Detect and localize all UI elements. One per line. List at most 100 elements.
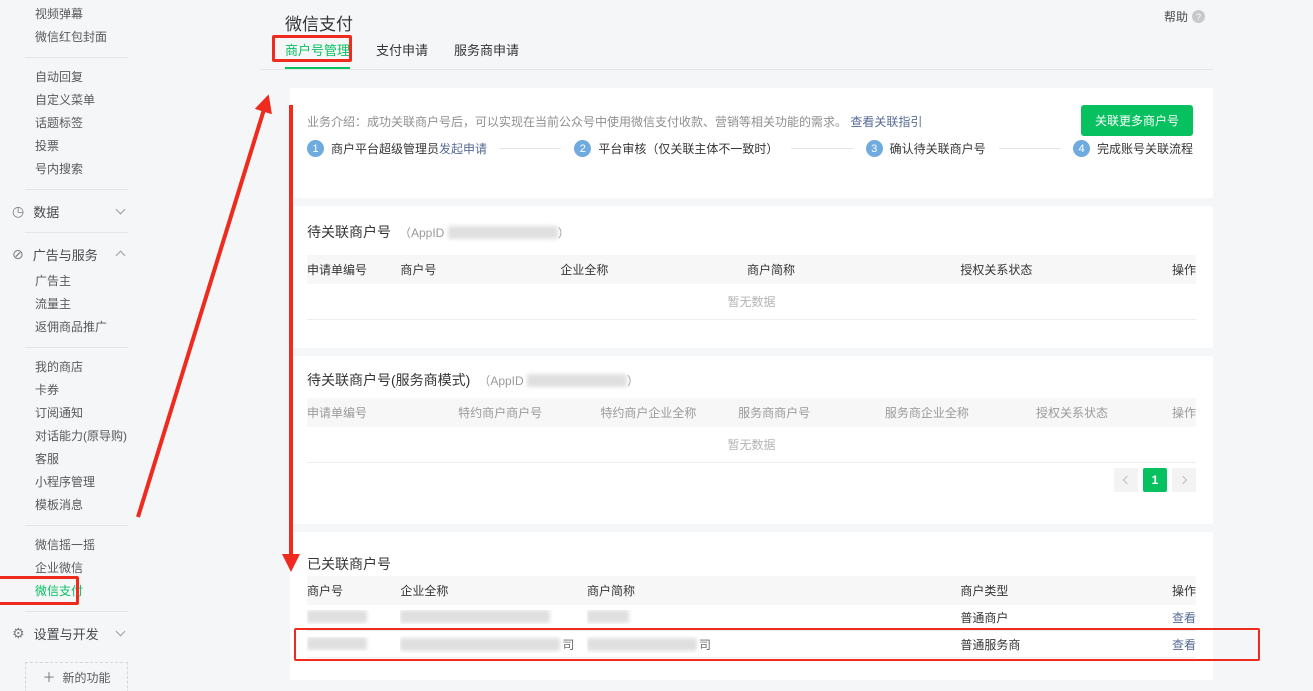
step-label: 平台审核（仅关联主体不一致时） (598, 140, 778, 157)
sidebar-item-traffic-owner[interactable]: 流量主 (0, 293, 260, 316)
sidebar-item-commission-promotion[interactable]: 返佣商品推广 (0, 316, 260, 339)
action-cell: 查看 (1156, 636, 1196, 653)
column-header: 商户简称 (747, 261, 960, 278)
empty-state: 暂无数据 (307, 284, 1196, 320)
pagination: 1 (1114, 468, 1196, 492)
step-label: 商户平台超级管理员 (331, 140, 439, 157)
question-icon: ? (1192, 10, 1205, 23)
sidebar-section-data[interactable]: ◷ 数据 (0, 198, 150, 224)
table-header-row: 申请单编号 特约商户商户号 特约商户企业全称 服务商商户号 服务商企业全称 授权… (307, 398, 1196, 427)
sidebar-item-customer-service[interactable]: 客服 (0, 448, 260, 471)
new-feature-button[interactable]: ＋ 新的功能 (25, 662, 128, 691)
sidebar-divider (25, 611, 128, 612)
merchant-id-cell (307, 637, 400, 651)
merchant-type-cell: 普通服务商 (960, 636, 1156, 653)
sidebar-item-wecom[interactable]: 企业微信 (0, 557, 260, 580)
link-more-merchants-button[interactable]: 关联更多商户号 (1081, 105, 1193, 136)
redacted-appid (448, 226, 558, 239)
sidebar-divider (25, 232, 128, 233)
column-header: 商户类型 (960, 582, 1156, 599)
step-label: 确认待关联商户号 (890, 140, 986, 157)
sidebar-item-cards-coupons[interactable]: 卡券 (0, 379, 260, 402)
step-number-badge: 2 (574, 140, 591, 157)
company-name-cell (400, 610, 587, 624)
new-feature-label: 新的功能 (63, 669, 111, 686)
step-2: 2 平台审核（仅关联主体不一致时） (574, 140, 778, 157)
step-number-badge: 1 (307, 140, 324, 157)
appid-text: （AppID ） (399, 224, 570, 241)
sidebar-item-subscribe-notification[interactable]: 订阅通知 (0, 402, 260, 425)
empty-state: 暂无数据 (307, 427, 1196, 463)
sidebar-section-ads-services[interactable]: ⊘ 广告与服务 (0, 241, 150, 267)
intro-card: 业务介绍：成功关联商户号后，可以实现在当前公众号中使用微信支付收款、营销等相关功… (290, 88, 1213, 198)
column-header: 授权关系状态 (1036, 404, 1152, 421)
sidebar-item-redpacket-cover[interactable]: 微信红包封面 (0, 26, 260, 49)
merchant-id-cell (307, 610, 400, 624)
chevron-down-icon (116, 205, 126, 215)
redacted-text (400, 610, 550, 623)
sidebar-item-custom-menu[interactable]: 自定义菜单 (0, 89, 260, 112)
chevron-right-icon (1179, 476, 1187, 484)
help-link[interactable]: 帮助 ? (1164, 8, 1205, 25)
sidebar-section-label: 数据 (33, 202, 59, 221)
tab-service-provider-application[interactable]: 服务商申请 (454, 39, 519, 69)
initiate-application-link[interactable]: 发起申请 (439, 140, 487, 157)
column-header: 商户号 (400, 261, 560, 278)
sidebar-item-miniprogram-management[interactable]: 小程序管理 (0, 471, 260, 494)
table-row: 司 司 普通服务商 查看 (307, 631, 1196, 658)
redacted-text (400, 638, 560, 651)
table-row: 普通商户 查看 (307, 604, 1196, 631)
next-page-button[interactable] (1172, 468, 1196, 492)
sidebar-item-shake[interactable]: 微信摇一摇 (0, 534, 260, 557)
sidebar-item-advertiser[interactable]: 广告主 (0, 270, 260, 293)
chevron-left-icon (1123, 476, 1131, 484)
tab-merchant-management[interactable]: 商户号管理 (285, 39, 350, 69)
chevron-up-icon (116, 251, 126, 261)
step-3: 3 确认待关联商户号 (866, 140, 986, 157)
column-header: 商户号 (307, 582, 400, 599)
steps-flow: 1 商户平台超级管理员发起申请 2 平台审核（仅关联主体不一致时） 3 确认待关… (307, 140, 1193, 157)
redacted-appid (527, 374, 627, 387)
tab-payment-application[interactable]: 支付申请 (376, 39, 428, 69)
company-name-suffix: 司 (562, 638, 574, 652)
merchant-short-name-cell: 司 (587, 636, 960, 653)
sidebar-item-topic-tags[interactable]: 话题标签 (0, 112, 260, 135)
sidebar-divider (25, 189, 128, 190)
sidebar-section-label: 设置与开发 (34, 624, 99, 643)
sidebar-divider (25, 347, 128, 348)
column-header: 商户简称 (587, 582, 960, 599)
column-header: 申请单编号 (307, 261, 400, 278)
compass-icon: ⊘ (12, 247, 24, 261)
intro-line: 业务介绍：成功关联商户号后，可以实现在当前公众号中使用微信支付收款、营销等相关功… (307, 113, 922, 130)
step-connector (791, 148, 852, 149)
table-header-row: 申请单编号 商户号 企业全称 商户简称 授权关系状态 操作 (307, 255, 1196, 284)
step-connector (999, 148, 1060, 149)
step-connector (500, 148, 561, 149)
company-name-cell: 司 (400, 636, 587, 653)
column-header: 特约商户企业全称 (600, 404, 738, 421)
column-header: 企业全称 (400, 582, 587, 599)
redacted-text (307, 610, 367, 623)
sidebar-item-account-search[interactable]: 号内搜索 (0, 158, 260, 181)
view-link[interactable]: 查看 (1172, 611, 1196, 625)
sidebar-item-my-shop[interactable]: 我的商店 (0, 356, 260, 379)
main-content: 微信支付 商户号管理 支付申请 服务商申请 帮助 ? 业务介绍：成功关联商户号后… (260, 0, 1213, 691)
merchant-short-name-cell (587, 610, 960, 624)
sidebar-item-auto-reply[interactable]: 自动回复 (0, 66, 260, 89)
section-title: 待关联商户号 (307, 222, 391, 242)
view-guide-link[interactable]: 查看关联指引 (850, 115, 922, 129)
sidebar-item-dialog-ability[interactable]: 对话能力(原导购) (0, 425, 260, 448)
sidebar-item-vote[interactable]: 投票 (0, 135, 260, 158)
sidebar-item-wechat-pay[interactable]: 微信支付 (0, 580, 260, 603)
gear-icon: ⚙ (12, 626, 25, 640)
page-title: 微信支付 (285, 10, 353, 35)
sidebar-item-video-danmaku[interactable]: 视频弹幕 (0, 3, 260, 26)
wechat-pay-admin-page: 视频弹幕 微信红包封面 自动回复 自定义菜单 话题标签 投票 号内搜索 ◷ 数据… (0, 0, 1313, 691)
step-4: 4 完成账号关联流程 (1073, 140, 1193, 157)
sidebar-section-settings-dev[interactable]: ⚙ 设置与开发 (0, 620, 150, 646)
pie-chart-icon: ◷ (12, 204, 24, 218)
sidebar-item-template-message[interactable]: 模板消息 (0, 494, 260, 517)
current-page-button[interactable]: 1 (1143, 468, 1167, 492)
view-link[interactable]: 查看 (1172, 638, 1196, 652)
prev-page-button[interactable] (1114, 468, 1138, 492)
